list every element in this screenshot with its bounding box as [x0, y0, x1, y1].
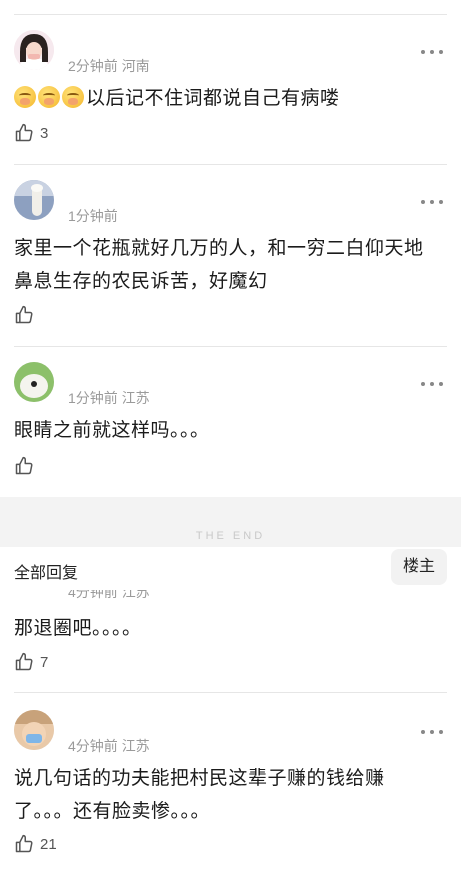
divider — [14, 692, 447, 693]
cutoff-strip: 4分钟前 江苏 — [0, 590, 461, 602]
comment-location: 江苏 — [121, 390, 150, 406]
thumb-up-icon — [15, 456, 33, 475]
comment-meta: 1分钟前 — [68, 206, 118, 226]
avatar[interactable] — [14, 30, 54, 70]
comment-text: 以后记不住词都说自己有病喽 — [14, 82, 441, 115]
comment-meta: 1分钟前 江苏 — [68, 388, 150, 408]
avatar[interactable] — [14, 710, 54, 750]
more-dots-icon[interactable] — [421, 380, 443, 388]
comment-text: 说几句话的功夫能把村民这辈子赚的钱给赚了。。。还有脸卖惨。。。 — [14, 768, 385, 822]
thumb-up-icon — [15, 834, 33, 853]
more-dots-icon[interactable] — [421, 198, 443, 206]
comment-location: 江苏 — [121, 738, 150, 754]
like-button[interactable]: 7 — [14, 652, 48, 672]
comment-time: 4分钟前 — [68, 590, 118, 600]
host-only-button[interactable]: 楼主 — [391, 549, 447, 585]
top-divider — [14, 14, 447, 15]
thumb-up-icon — [15, 123, 33, 142]
avatar[interactable] — [14, 180, 54, 220]
comment-meta: 4分钟前 江苏 — [68, 736, 150, 756]
like-button[interactable] — [14, 456, 40, 476]
more-dots-icon[interactable] — [421, 48, 443, 56]
avatar[interactable] — [14, 362, 54, 402]
comment-location: 江苏 — [121, 590, 150, 600]
laugh-cover-mouth-emoji — [14, 86, 36, 108]
comment-time: 4分钟前 — [68, 738, 118, 754]
like-button[interactable]: 3 — [14, 123, 48, 143]
comment-text: 眼睛之前就这样吗。。。 — [14, 420, 210, 441]
like-button[interactable]: 21 — [14, 834, 57, 854]
like-count: 21 — [40, 835, 57, 853]
divider — [14, 346, 447, 347]
thumb-up-icon — [15, 652, 33, 671]
all-replies-label[interactable]: 全部回复 — [14, 559, 78, 583]
comment-time: 1分钟前 — [68, 208, 118, 224]
comment-meta: 4分钟前 江苏 — [68, 590, 150, 602]
laugh-cover-mouth-emoji — [38, 86, 60, 108]
like-count: 7 — [40, 653, 49, 671]
laugh-cover-mouth-emoji — [62, 86, 84, 108]
divider — [14, 164, 447, 165]
comment-time: 1分钟前 — [68, 390, 118, 406]
like-button[interactable] — [14, 305, 40, 325]
comment-meta: 2分钟前 河南 — [68, 56, 150, 76]
comment-text: 那退圈吧。。。。 — [14, 618, 142, 639]
like-count: 3 — [40, 124, 49, 142]
reply-header-bar: 全部回复 楼主 — [0, 547, 461, 591]
thumb-up-icon — [15, 305, 33, 324]
comment-time: 2分钟前 — [68, 58, 118, 74]
comment-text-body: 以后记不住词都说自己有病喽 — [86, 88, 340, 109]
more-dots-icon[interactable] — [421, 728, 443, 736]
comment-location: 河南 — [121, 58, 150, 74]
comment-text: 家里一个花瓶就好几万的人，和一穷二白仰天地鼻息生存的农民诉苦，好魔幻 — [14, 238, 424, 292]
end-label: THE END — [195, 530, 266, 542]
